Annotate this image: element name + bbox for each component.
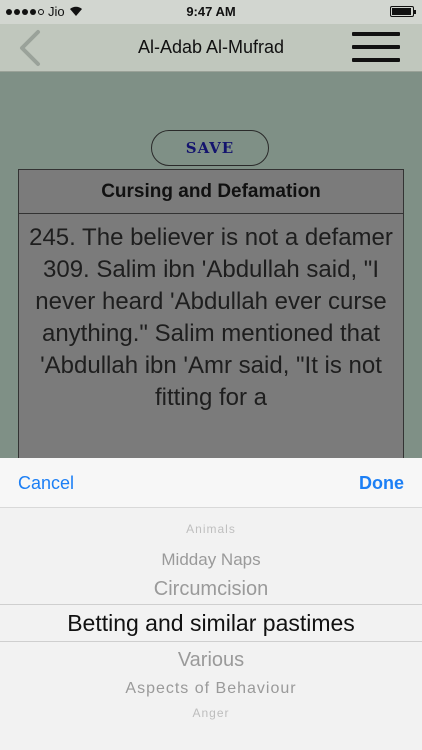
picker-option[interactable]: Various [0, 649, 422, 672]
status-time: 9:47 AM [186, 4, 236, 19]
save-button[interactable]: SAVE [151, 130, 269, 166]
picker-option[interactable]: Animals [0, 522, 422, 536]
picker-option-selected[interactable]: Betting and similar pastimes [0, 610, 422, 637]
done-button[interactable]: Done [359, 473, 404, 494]
hadith-text: 245. The believer is not a defamer 309. … [29, 224, 393, 411]
hamburger-menu-icon [352, 32, 400, 36]
picker-option[interactable]: Anger [0, 706, 422, 720]
picker-toolbar: Cancel Done [0, 458, 422, 508]
chapter-title: Cursing and Defamation [19, 170, 403, 214]
cancel-button[interactable]: Cancel [18, 473, 74, 494]
picker-option[interactable]: Circumcision [0, 578, 422, 601]
picker-option[interactable]: Midday Naps [0, 550, 422, 570]
navigation-bar: Al-Adab Al-Mufrad [0, 24, 422, 72]
battery-icon [390, 6, 416, 17]
content-area: SAVE Cursing and Defamation 245. The bel… [0, 72, 422, 469]
status-bar: Jio 9:47 AM [0, 0, 422, 24]
chapter-picker[interactable]: Animals Midday Naps Circumcision Betting… [0, 508, 422, 750]
menu-button[interactable] [352, 32, 400, 62]
chapter-card: Cursing and Defamation 245. The believer… [18, 169, 404, 469]
picker-option[interactable]: Aspects of Behaviour [0, 680, 422, 698]
